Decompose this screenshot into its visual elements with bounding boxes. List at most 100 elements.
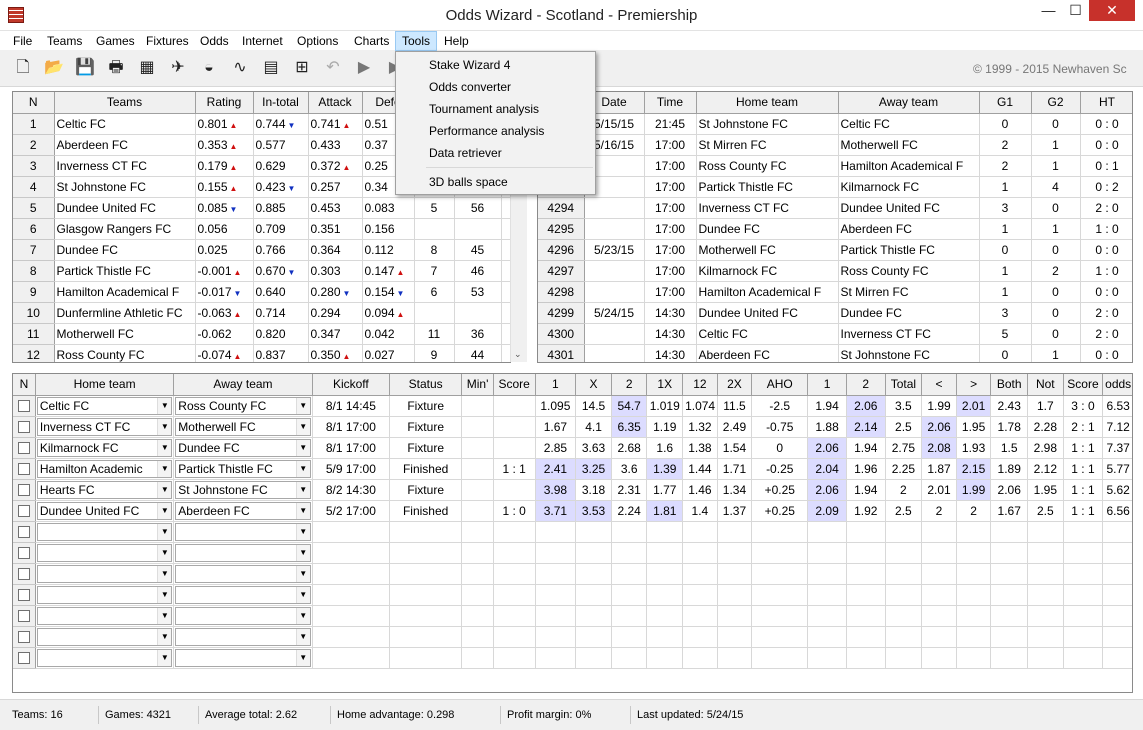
fixtures-header[interactable]: Kickoff [312,374,391,396]
header-teams[interactable]: Teams [54,92,196,114]
fixture-row[interactable]: ▼ ▼ [13,521,1132,543]
chevron-down-icon[interactable]: ▼ [157,649,172,666]
chevron-down-icon[interactable]: ▼ [157,586,172,603]
header-attack[interactable]: Attack [308,92,363,114]
team-row[interactable]: 9 Hamilton Academical F -0.017 ▼ 0.640 0.280 ▼… [13,281,510,303]
team-name[interactable]: Inverness CT FC [54,155,196,177]
fixture-away-team-select[interactable]: ▼ [175,585,311,604]
team-row[interactable]: 11 Motherwell FC -0.062 0.820 0.347 0.042 11 36 [13,323,510,345]
game-row[interactable]: 5/16/15 17:00 St Mirren FC Motherwell FC 2 1 0… [538,134,1132,156]
chevron-down-icon[interactable]: ▼ [295,565,310,582]
fixture-checkbox[interactable] [17,631,30,644]
wave-icon[interactable]: ∿ [229,57,251,79]
satellite-icon[interactable]: ✈ [167,57,189,79]
fixture-checkbox[interactable] [17,652,30,665]
print-icon[interactable]: 🖶 [105,57,127,79]
fixture-row[interactable]: ▼ ▼ [13,605,1132,627]
games-header-home[interactable]: Home team [696,92,839,114]
fixture-row[interactable]: ▼ ▼ [13,584,1132,606]
fixture-row[interactable]: Kilmarnock FC ▼ Dundee FC ▼ 8/1 17:00 Fixture… [13,437,1132,459]
fixture-row[interactable]: Dundee United FC ▼ Aberdeen FC ▼ 5/2 17:00 Fi… [13,500,1132,522]
menu-tools[interactable]: Tools [395,31,438,51]
fixture-row[interactable]: ▼ ▼ [13,542,1132,564]
fixtures-header[interactable]: 12 [682,374,718,396]
game-row[interactable]: 4296 5/23/15 17:00 Motherwell FC Partick Thi… [538,239,1132,261]
scroll-down-icon[interactable]: ⌄ [514,349,522,360]
fixture-away-team-select[interactable]: St Johnstone FC ▼ [175,480,311,499]
chevron-down-icon[interactable]: ▼ [157,397,172,414]
fixture-away-team-select[interactable]: ▼ [175,543,311,562]
fixture-home-team-select[interactable]: ▼ [36,648,173,667]
game-row[interactable]: 4295 17:00 Dundee FC Aberdeen FC 1 1 1 : 0 [538,218,1132,240]
fixture-checkbox[interactable] [17,610,30,623]
team-name[interactable]: Celtic FC [54,113,196,135]
fixtures-header[interactable]: Min' [461,374,494,396]
fixture-home-team-select[interactable]: ▼ [36,522,173,541]
games-table[interactable]: Date Time Home team Away team G1 G2 HT 5… [537,91,1133,363]
fixture-home-team-select[interactable]: Celtic FC ▼ [36,396,173,415]
team-name[interactable]: Motherwell FC [54,323,196,345]
fixture-home-team-select[interactable]: Hearts FC ▼ [36,480,173,499]
team-row[interactable]: 8 Partick Thistle FC -0.001 ▲ 0.670 ▼ 0.303 0.1… [13,260,510,282]
chevron-down-icon[interactable]: ▼ [295,439,310,456]
team-row[interactable]: 7 Dundee FC 0.025 0.766 0.364 0.112 8 45 [13,239,510,261]
fixture-checkbox[interactable] [17,484,30,497]
team-name[interactable]: Hamilton Academical F [54,281,196,303]
game-row[interactable]: 17:00 Partick Thistle FC Kilmarnock FC 1 4 0 … [538,176,1132,198]
game-row[interactable]: 17:00 Ross County FC Hamilton Academical F… [538,155,1132,177]
fixture-away-team-select[interactable]: ▼ [175,648,311,667]
team-name[interactable]: St Johnstone FC [54,176,196,198]
team-name[interactable]: Dundee FC [54,239,196,261]
fixtures-header[interactable]: < [921,374,957,396]
fixture-checkbox[interactable] [17,463,30,476]
menu-options[interactable]: Options [291,31,344,51]
fixture-row[interactable]: Hearts FC ▼ St Johnstone FC ▼ 8/2 14:30 Fixtu… [13,479,1132,501]
fixtures-header[interactable]: 2X [717,374,753,396]
team-row[interactable]: 12 Ross County FC -0.074 ▲ 0.837 0.350 ▲ 0.027 9… [13,344,510,362]
fixture-checkbox[interactable] [17,547,30,560]
fixture-away-team-select[interactable]: ▼ [175,522,311,541]
fixture-home-team-select[interactable]: Kilmarnock FC ▼ [36,438,173,457]
fixtures-header[interactable]: 1X [646,374,684,396]
chevron-down-icon[interactable]: ▼ [295,607,310,624]
fixtures-header[interactable]: Score [493,374,536,396]
chevron-down-icon[interactable]: ▼ [295,649,310,666]
fixtures-header[interactable]: Both [990,374,1029,396]
fixtures-header[interactable]: Total [885,374,923,396]
fixture-away-team-select[interactable]: ▼ [175,606,311,625]
fixtures-header[interactable]: Not [1027,374,1064,396]
header-n[interactable]: N [13,92,55,114]
open-folder-icon[interactable]: 📂 [43,57,65,79]
fixture-away-team-select[interactable]: ▼ [175,564,311,583]
fixtures-header[interactable]: 2 [611,374,648,396]
play-icon[interactable]: ▶ [353,57,375,79]
new-file-icon[interactable]: 🗋 [12,57,34,79]
fixture-home-team-select[interactable]: Inverness CT FC ▼ [36,417,173,436]
team-name[interactable]: Ross County FC [54,344,196,362]
game-row[interactable]: 4301 14:30 Aberdeen FC St Johnstone FC 0 1 0 :… [538,344,1132,362]
header-in-total[interactable]: In-total [253,92,309,114]
menu-fixtures[interactable]: Fixtures [140,31,195,51]
fixture-away-team-select[interactable]: Aberdeen FC ▼ [175,501,311,520]
game-row[interactable]: 4297 17:00 Kilmarnock FC Ross County FC 1 2 1 … [538,260,1132,282]
games-header-time[interactable]: Time [644,92,697,114]
game-row[interactable]: 4298 17:00 Hamilton Academical F St Mirren … [538,281,1132,303]
chevron-down-icon[interactable]: ▼ [157,418,172,435]
team-name[interactable]: Glasgow Rangers FC [54,218,196,240]
chevron-down-icon[interactable]: ▼ [295,586,310,603]
fixture-home-team-select[interactable]: ▼ [36,564,173,583]
game-row[interactable]: 4294 17:00 Inverness CT FC Dundee United FC… [538,197,1132,219]
fixture-checkbox[interactable] [17,589,30,602]
chevron-down-icon[interactable]: ▼ [157,460,172,477]
fixtures-header[interactable]: N [13,374,36,396]
fixtures-header[interactable]: > [956,374,992,396]
fixture-row[interactable]: ▼ ▼ [13,563,1132,585]
fixture-checkbox[interactable] [17,421,30,434]
fixture-row[interactable]: Inverness CT FC ▼ Motherwell FC ▼ 8/1 17:00 F… [13,416,1132,438]
chevron-down-icon[interactable]: ▼ [157,439,172,456]
fixture-away-team-select[interactable]: Ross County FC ▼ [175,396,311,415]
maximize-button[interactable]: ☐ [1062,0,1089,21]
team-name[interactable]: Aberdeen FC [54,134,196,156]
fixtures-header[interactable]: X [575,374,612,396]
menu-help[interactable]: Help [438,31,475,51]
